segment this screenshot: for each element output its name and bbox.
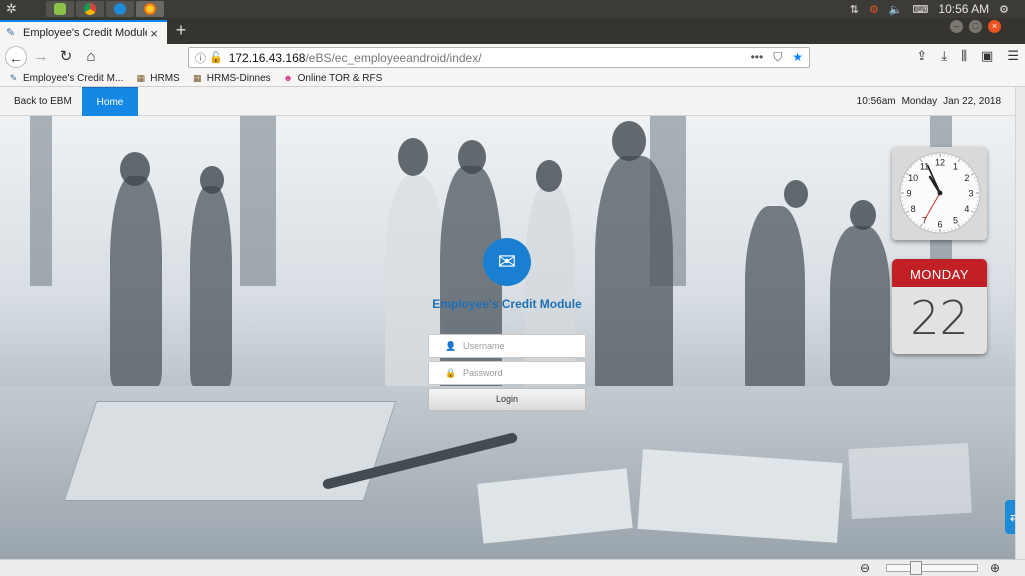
clock-number: 8 — [911, 204, 916, 214]
bookmarks-bar: ✎ Employee's Credit M... ▦ HRMS ▦ HRMS-D… — [0, 70, 1025, 87]
zoom-slider-track[interactable] — [886, 564, 978, 572]
updates-icon[interactable]: ⚙ — [869, 3, 879, 16]
minimize-button[interactable]: – — [950, 20, 963, 33]
back-to-ebm-link[interactable]: Back to EBM — [0, 87, 86, 116]
clock-face: 12 1234567891011 — [899, 152, 981, 234]
screen: ✲ ⇅ ⚙ 🔈 ⌨ 10:56 AM ⚙ ✎ Employee's Credit… — [0, 0, 1025, 576]
app-icon-android[interactable] — [46, 1, 74, 17]
bookmark-item[interactable]: ▦ HRMS-Dinnes — [192, 73, 271, 84]
home-icon[interactable]: ⌂ — [80, 46, 102, 68]
bookmark-label: HRMS — [150, 72, 180, 84]
bookmark-star-icon[interactable]: ★ — [792, 50, 803, 65]
bookmark-label: Online TOR & RFS — [297, 72, 383, 84]
tab-title: Employee's Credit Module — [23, 27, 147, 39]
volume-icon[interactable]: 🔈 — [889, 3, 903, 16]
app-date: Jan 22, 2018 — [943, 96, 1001, 107]
close-window-button[interactable]: × — [988, 20, 1001, 33]
app-time: 10:56am — [856, 96, 896, 107]
browser-nav-bar: ← → ↻ ⌂ ⓘ 🔓 172.16.43.168/eBS/ec_employe… — [0, 44, 1025, 70]
clock-number: 6 — [937, 220, 942, 230]
tab-close-button[interactable]: × — [147, 26, 161, 41]
clock-number: 5 — [953, 215, 958, 225]
calendar-day-name: MONDAY — [892, 259, 987, 287]
menu-hamburger-icon[interactable]: ☰ — [1007, 48, 1019, 64]
os-top-panel: ✲ ⇅ ⚙ 🔈 ⌨ 10:56 AM ⚙ — [0, 0, 1025, 18]
home-tab[interactable]: Home — [82, 87, 138, 116]
download-icon[interactable]: ⤓ — [941, 48, 947, 64]
bookmark-item[interactable]: ☻ Online TOR & RFS — [283, 72, 383, 84]
teamviewer-side-icon[interactable]: ⇄ — [1005, 500, 1015, 534]
keyboard-icon[interactable]: ⌨ — [913, 3, 929, 16]
window-controls: – □ × — [950, 20, 1001, 33]
bookmark-item[interactable]: ✎ Employee's Credit M... — [8, 72, 124, 84]
app-icon-firefox[interactable] — [136, 1, 164, 17]
clock-number: 3 — [968, 189, 973, 199]
smiley-icon: ☻ — [283, 73, 293, 83]
calendar-widget: MONDAY 22 — [892, 259, 987, 354]
settings-gear-icon[interactable]: ⚙ — [999, 3, 1009, 16]
lock-icon: 🔒 — [445, 367, 457, 378]
zoom-out-icon[interactable]: ⊖ — [860, 561, 870, 575]
forward-arrow-icon[interactable]: → — [30, 46, 52, 68]
app-title: Employee's Credit Module — [432, 297, 582, 311]
page-icon: ✎ — [6, 27, 16, 39]
network-icon[interactable]: ⇅ — [850, 3, 859, 16]
bookmark-item[interactable]: ▦ HRMS — [135, 72, 180, 84]
library-icon[interactable]: ⫼ — [961, 48, 967, 64]
film-icon: ▦ — [192, 73, 202, 83]
app-icon-teamviewer[interactable] — [106, 1, 134, 17]
clock-number: 2 — [964, 173, 969, 183]
clock-number: 1 — [953, 162, 958, 172]
upload-icon[interactable]: ⇪ — [916, 48, 927, 64]
login-button[interactable]: Login — [428, 388, 586, 411]
clock-number: 4 — [964, 204, 969, 214]
system-tray: ⇅ ⚙ 🔈 ⌨ 10:56 AM ⚙ — [850, 0, 1025, 18]
zoom-bar: ⊖ ⊕ — [0, 559, 1025, 576]
reload-icon[interactable]: ↻ — [55, 46, 77, 68]
document-hand-icon: ✉ — [483, 238, 531, 286]
pocket-icon[interactable]: ⛉ — [773, 50, 782, 65]
insecure-lock-icon[interactable]: 🔓 — [209, 51, 223, 64]
url-host: 172.16.43.168 — [228, 50, 306, 65]
bookmark-label: Employee's Credit M... — [23, 72, 124, 84]
toolbar-actions: ⇪ ⤓ ⫼ ▣ ☰ — [916, 48, 1019, 64]
info-icon[interactable]: ⓘ — [195, 50, 206, 66]
sidebar-icon[interactable]: ▣ — [981, 48, 993, 64]
zoom-in-icon[interactable]: ⊕ — [990, 561, 1000, 575]
maximize-button[interactable]: □ — [969, 20, 982, 33]
clock-number: 10 — [908, 173, 918, 183]
system-clock[interactable]: 10:56 AM — [938, 2, 989, 16]
browser-tab-active[interactable]: ✎ Employee's Credit Module × — [0, 20, 167, 44]
clock-number: 12 — [935, 158, 945, 168]
password-input[interactable] — [463, 368, 573, 378]
app-nav-bar: Back to EBM Home 10:56am Monday Jan 22, … — [0, 87, 1015, 116]
username-field[interactable]: 👤 — [428, 334, 586, 358]
ubuntu-logo-icon[interactable]: ✲ — [6, 2, 20, 16]
web-page: Back to EBM Home 10:56am Monday Jan 22, … — [0, 87, 1015, 559]
url-bar[interactable]: ⓘ 🔓 172.16.43.168/eBS/ec_employeeandroid… — [188, 47, 810, 68]
back-arrow-icon[interactable]: ← — [5, 46, 27, 68]
page-actions-button[interactable]: ••• — [751, 50, 764, 65]
film-icon: ▦ — [136, 73, 146, 83]
zoom-slider-handle[interactable] — [910, 561, 922, 575]
new-tab-button[interactable]: + — [172, 21, 190, 39]
app-icon-chrome[interactable] — [76, 1, 104, 17]
username-input[interactable] — [463, 341, 573, 351]
browser-tab-strip: ✎ Employee's Credit Module × — [0, 18, 1025, 44]
page-scrollbar[interactable] — [1015, 87, 1025, 559]
user-icon: 👤 — [445, 340, 457, 351]
calendar-day-number: 22 — [910, 291, 969, 345]
page-icon: ✎ — [9, 73, 18, 83]
app-weekday: Monday — [901, 96, 938, 107]
url-path: /eBS/ec_employeeandroid/index/ — [305, 50, 482, 65]
analog-clock-widget: 12 1 2 3 4 5 6 7 8 9 10 11 — [892, 147, 987, 240]
bookmark-label: HRMS-Dinnes — [206, 72, 271, 84]
clock-number: 9 — [906, 189, 911, 199]
app-datetime: 10:56am Monday Jan 22, 2018 — [857, 87, 1001, 116]
password-field[interactable]: 🔒 — [428, 361, 586, 385]
